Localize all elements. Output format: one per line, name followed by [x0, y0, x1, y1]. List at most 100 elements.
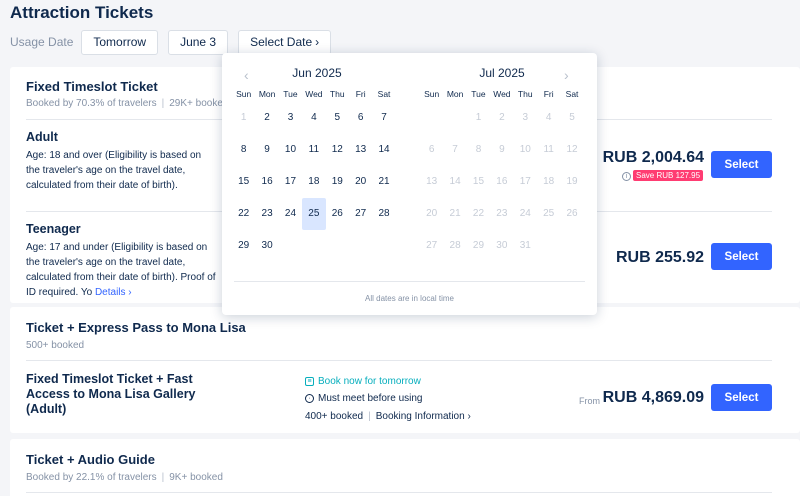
booked-by-text: Booked by 70.3% of travelers — [26, 98, 157, 109]
calendar-day[interactable]: 6 — [349, 102, 372, 134]
calendar-day[interactable]: 27 — [349, 198, 372, 230]
calendar-day[interactable]: 14 — [372, 134, 395, 166]
calendar-day: 13 — [426, 176, 438, 187]
group-meta: Booked by 70.3% of travelers | 29K+ booked — [26, 98, 229, 109]
calendar-day[interactable]: 19 — [326, 166, 349, 198]
calendar-day: 18 — [543, 176, 555, 187]
calendar-day[interactable]: 5 — [326, 102, 349, 134]
calendar-day[interactable]: 13 — [349, 134, 372, 166]
calendar-day: 26 — [566, 208, 578, 219]
weekday-label: Thu — [517, 89, 533, 99]
divider — [234, 281, 585, 282]
calendar-day: 31 — [519, 240, 531, 251]
select-button-teenager[interactable]: Select — [711, 243, 772, 270]
weekday-label: Tue — [471, 89, 486, 99]
calendar-day[interactable]: 11 — [302, 134, 325, 166]
calendar-day: 28 — [449, 240, 461, 251]
calendar-day-selected[interactable]: 25 — [302, 198, 326, 230]
calendar-day[interactable]: 15 — [232, 166, 255, 198]
calendar-day: 24 — [519, 208, 531, 219]
calendar-day: 10 — [519, 144, 531, 155]
calendar-grid-jun: Sun Mon Tue Wed Thu Fri Sat 1 2 3 4 5 6 7 8 9 10 11 12 13 14… — [232, 86, 396, 262]
calendar-day: 9 — [499, 144, 505, 155]
booked-count: 9K+ booked — [169, 472, 223, 483]
details-label: Details — [94, 287, 126, 298]
feature-text: Must meet before using — [318, 393, 423, 404]
select-button-fast-access[interactable]: Select — [711, 384, 772, 411]
calendar-day: 25 — [543, 208, 555, 219]
select-date-button[interactable]: Select Date › — [238, 29, 332, 55]
calendar-day[interactable]: 16 — [255, 166, 278, 198]
weekday-label: Mon — [446, 89, 464, 99]
calendar-day[interactable]: 17 — [279, 166, 302, 198]
ticket-desc-adult: Age: 18 and over (Eligibility is based o… — [26, 150, 202, 191]
weekday-label: Mon — [258, 89, 276, 99]
calendar-day[interactable]: 4 — [302, 102, 325, 134]
must-meet-feature: · Must meet before using — [305, 393, 423, 404]
calendar-day[interactable]: 2 — [255, 102, 278, 134]
month-title-jul: Jul 2025 — [479, 66, 525, 80]
calendar-day[interactable]: 24 — [279, 198, 302, 230]
calendar-day[interactable]: 26 — [326, 198, 349, 230]
from-label: From — [579, 396, 600, 406]
calendar-day: 23 — [496, 208, 508, 219]
calendar-day[interactable]: 28 — [372, 198, 395, 230]
booking-meta: 400+ booked | Booking Information › — [305, 411, 471, 422]
calendar-day: 4 — [545, 112, 552, 123]
calendar-day: 27 — [426, 240, 438, 251]
calendar-day: 19 — [566, 176, 578, 187]
feature-text: Book now for tomorrow — [318, 376, 421, 387]
weekday-label: Sat — [565, 89, 579, 99]
weekday-label: Sat — [377, 89, 391, 99]
calendar-day[interactable]: 23 — [255, 198, 278, 230]
calendar-day[interactable]: 18 — [302, 166, 325, 198]
date-option-label: Tomorrow — [93, 35, 147, 49]
info-icon[interactable]: i — [622, 172, 631, 181]
calendar-day[interactable]: 9 — [255, 134, 278, 166]
calendar-day[interactable]: 3 — [279, 102, 302, 134]
calendar-day[interactable]: 22 — [232, 198, 255, 230]
weekday-label: Fri — [543, 89, 554, 99]
calendar-day[interactable]: 7 — [372, 102, 395, 134]
calendar-day: 12 — [566, 144, 578, 155]
booked-count: 29K+ booked — [169, 98, 229, 109]
date-option-june-3[interactable]: June 3 — [168, 29, 229, 55]
calendar-day[interactable]: 10 — [279, 134, 302, 166]
price-teenager: RUB 255.92 — [615, 249, 704, 266]
clock-icon: · — [305, 394, 314, 403]
calendar-day: 16 — [496, 176, 508, 187]
calendar-day: 7 — [452, 144, 458, 155]
calendar-day: 30 — [496, 240, 508, 251]
calendar-day[interactable]: 8 — [232, 134, 255, 166]
booking-info-link[interactable]: Booking Information › — [376, 411, 471, 422]
calendar-footer: All dates are in local time — [365, 294, 454, 303]
month-title-jun: Jun 2025 — [292, 66, 342, 80]
calendar-day[interactable]: 30 — [255, 230, 278, 262]
weekday-label: Fri — [355, 89, 366, 99]
calendar-blank — [443, 102, 466, 134]
date-option-label: June 3 — [180, 35, 217, 49]
date-picker-popup: ‹ Jun 2025 Jul 2025 › Sun Mon Tue Wed Thu Fri… — [222, 53, 597, 315]
details-link[interactable]: Details › — [95, 287, 132, 298]
calendar-day: 2 — [499, 112, 505, 123]
page-title: Attraction Tickets — [10, 3, 154, 22]
price-fast-access: RUB 4,869.09 — [602, 389, 704, 406]
ticket-name-adult: Adult — [26, 130, 58, 144]
calendar-day[interactable]: 21 — [372, 166, 395, 198]
calendar-day: 14 — [449, 176, 461, 187]
calendar-day: 15 — [472, 176, 485, 187]
calendar-day[interactable]: 20 — [349, 166, 372, 198]
date-option-tomorrow[interactable]: Tomorrow — [81, 29, 159, 55]
calendar-day: 17 — [519, 176, 531, 187]
ticket-group-audio-guide: Ticket + Audio Guide Booked by 22.1% of … — [10, 439, 800, 496]
calendar-day[interactable]: 29 — [232, 230, 255, 262]
group-title: Ticket + Express Pass to Mona Lisa — [26, 320, 246, 335]
ticket-name-fast-access: Fixed Timeslot Ticket + Fast Access to M… — [26, 372, 196, 417]
calendar-day[interactable]: 12 — [326, 134, 349, 166]
save-badge: Save RUB 127.95 — [633, 170, 704, 181]
select-button-adult[interactable]: Select — [711, 151, 772, 178]
calendar-grid-jul: Sun Mon Tue Wed Thu Fri Sat 1 2 3 4 5 6 7 8 9 10 11 12 13 14… — [420, 86, 584, 262]
calendar-day: 1 — [475, 112, 482, 123]
chevron-right-icon[interactable]: › — [564, 67, 569, 83]
calendar-day: 1 — [240, 112, 247, 123]
